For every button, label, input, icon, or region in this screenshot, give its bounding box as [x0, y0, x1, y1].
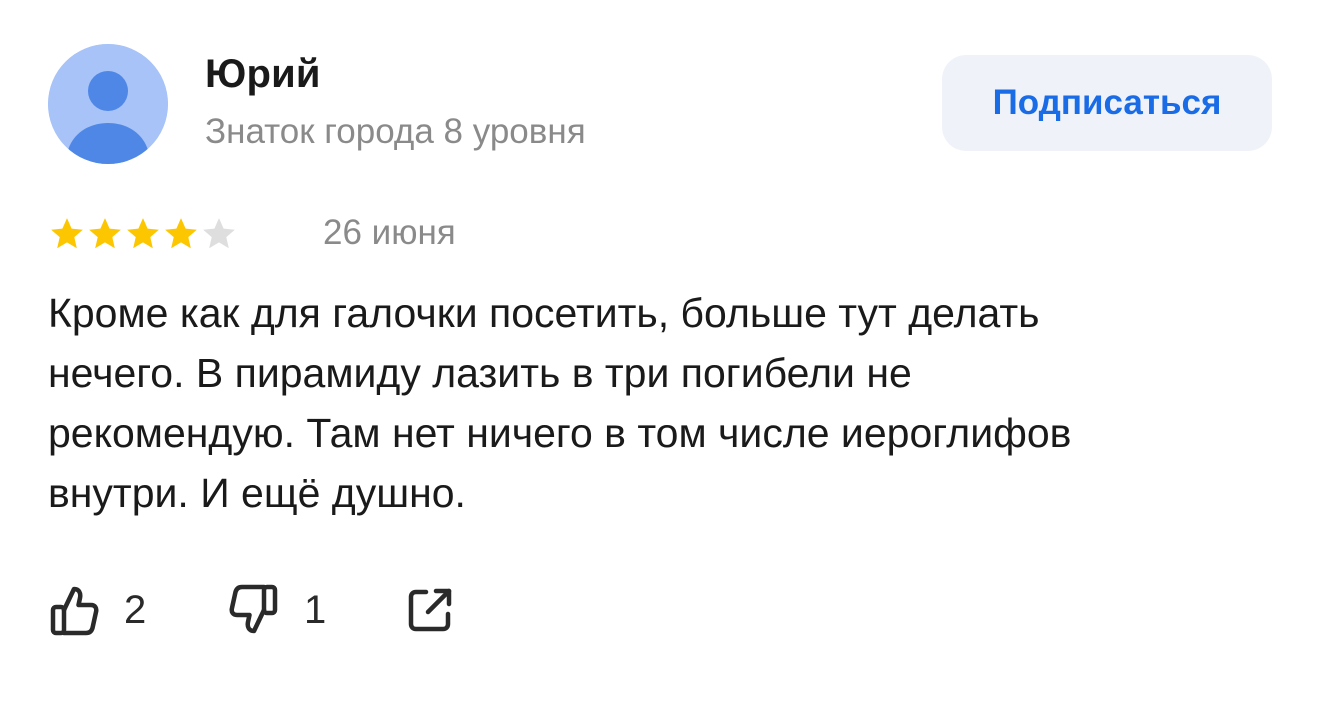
thumbs-down-icon: [228, 580, 280, 640]
star-icon: [86, 212, 124, 256]
like-button[interactable]: 2: [48, 580, 146, 640]
user-avatar-icon[interactable]: [48, 44, 168, 164]
rating-stars: [48, 212, 238, 256]
star-icon: [200, 212, 238, 256]
share-button[interactable]: [404, 580, 456, 640]
review-text-line: внутри. И ещё душно.: [48, 470, 466, 516]
review-text: Кроме как для галочки посетить, больше т…: [48, 283, 1288, 523]
star-icon: [48, 212, 86, 256]
star-icon: [124, 212, 162, 256]
review-date: 26 июня: [323, 213, 456, 252]
like-count: 2: [124, 587, 147, 632]
review-card: Юрий Знаток города 8 уровня Подписаться …: [0, 0, 1320, 709]
author-level: Знаток города 8 уровня: [205, 112, 586, 151]
dislike-count: 1: [304, 587, 327, 632]
review-text-line: рекомендую. Там нет ничего в том числе и…: [48, 410, 1072, 456]
dislike-button[interactable]: 1: [228, 580, 326, 640]
thumbs-up-icon: [48, 580, 100, 640]
share-icon: [404, 580, 456, 640]
review-text-line: нечего. В пирамиду лазить в три погибели…: [48, 350, 912, 396]
subscribe-button[interactable]: Подписаться: [942, 55, 1272, 151]
star-icon: [162, 212, 200, 256]
review-text-line: Кроме как для галочки посетить, больше т…: [48, 290, 1040, 336]
author-name[interactable]: Юрий: [205, 52, 321, 97]
